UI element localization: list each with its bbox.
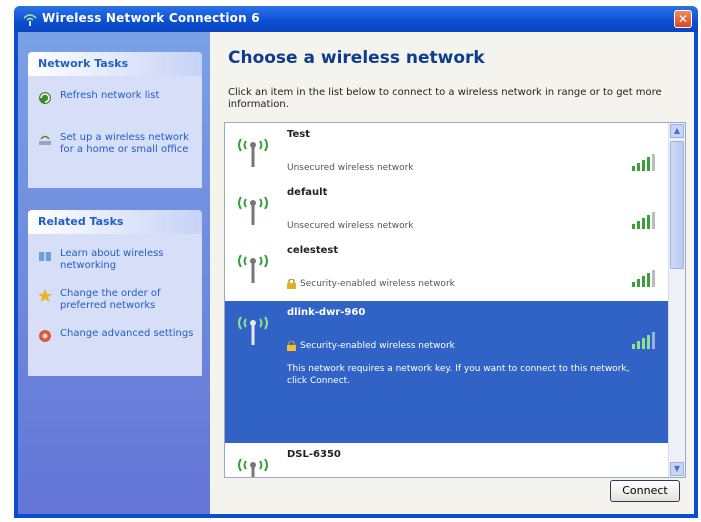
main-pane: Choose a wireless network Click an item …	[210, 32, 694, 514]
connect-button[interactable]: Connect	[610, 480, 680, 502]
wireless-antenna-icon	[238, 458, 268, 477]
star-icon	[38, 289, 52, 302]
refresh-icon	[39, 92, 51, 104]
setup-wireless-network-link[interactable]: Set up a wireless network for a home or …	[28, 126, 202, 160]
network-list-scrollbar[interactable]: ▲ ▼	[668, 123, 685, 477]
wireless-antenna-icon	[238, 316, 268, 345]
network-type-label: Unsecured wireless network	[287, 221, 414, 231]
network-name: DSL-6350	[287, 449, 341, 460]
wireless-antenna-icon	[238, 254, 268, 283]
learn-wireless-link[interactable]: Learn about wireless networking	[28, 242, 202, 276]
help-icon	[39, 252, 51, 261]
related-tasks-panel: Related Tasks Learn about wireless netwo…	[28, 210, 202, 376]
network-key-message: This network requires a network key. If …	[287, 364, 630, 386]
network-item[interactable]: celestest Security-enabled wireless netw…	[225, 239, 669, 301]
related-tasks-heading: Related Tasks	[28, 210, 202, 234]
network-type: Security-enabled wireless network	[287, 279, 455, 289]
network-item[interactable]: DSL-6350	[225, 443, 669, 477]
network-type-label: Security-enabled wireless network	[300, 341, 455, 351]
setup-wireless-network-label: Set up a wireless network for a home or …	[60, 132, 189, 155]
network-item[interactable]: default Unsecured wireless network	[225, 181, 669, 239]
network-item-selected[interactable]: dlink-dwr-960 Security-enabled wireless …	[225, 301, 669, 443]
network-type: Security-enabled wireless network	[287, 341, 455, 351]
network-type: Unsecured wireless network	[287, 221, 414, 231]
network-type: Unsecured wireless network	[287, 163, 414, 173]
signal-strength-icon	[632, 270, 655, 287]
settings-icon	[39, 330, 51, 342]
scroll-down-arrow-icon[interactable]: ▼	[670, 462, 684, 476]
task-sidebar: Network Tasks Refresh network list Set u…	[18, 32, 210, 514]
setup-network-icon	[39, 135, 51, 145]
signal-strength-icon	[632, 212, 655, 229]
close-button[interactable]: ✕	[674, 10, 692, 28]
network-name: Test	[287, 129, 311, 140]
wireless-icon	[23, 14, 37, 26]
network-name: default	[287, 187, 328, 198]
refresh-network-list-link[interactable]: Refresh network list	[28, 84, 202, 110]
signal-strength-icon	[632, 332, 655, 349]
signal-strength-icon	[632, 154, 655, 171]
change-advanced-settings-label: Change advanced settings	[60, 328, 194, 339]
wireless-antenna-icon	[238, 138, 268, 167]
title-bar[interactable]: Wireless Network Connection 6 ✕	[14, 6, 698, 32]
change-order-link[interactable]: Change the order of preferred networks	[28, 282, 202, 316]
scroll-up-arrow-icon[interactable]: ▲	[670, 124, 684, 138]
lock-icon	[287, 341, 296, 351]
client-area: Network Tasks Refresh network list Set u…	[18, 32, 694, 514]
network-name: celestest	[287, 245, 339, 256]
network-type-label: Unsecured wireless network	[287, 163, 414, 173]
change-advanced-settings-link[interactable]: Change advanced settings	[28, 322, 202, 348]
instruction-text: Click an item in the list below to conne…	[228, 87, 662, 110]
network-name: dlink-dwr-960	[287, 307, 366, 318]
scroll-thumb[interactable]	[670, 141, 684, 269]
window-title: Wireless Network Connection 6	[42, 11, 260, 25]
learn-wireless-label: Learn about wireless networking	[60, 248, 164, 271]
page-title: Choose a wireless network	[228, 48, 485, 68]
wireless-connection-window: Wireless Network Connection 6 ✕ Network …	[14, 6, 698, 518]
network-type-label: Security-enabled wireless network	[300, 279, 455, 289]
network-tasks-panel: Network Tasks Refresh network list Set u…	[28, 52, 202, 188]
change-order-label: Change the order of preferred networks	[60, 288, 161, 311]
lock-icon	[287, 279, 296, 289]
network-item[interactable]: Test Unsecured wireless network	[225, 123, 669, 181]
refresh-network-list-label: Refresh network list	[60, 90, 160, 101]
network-tasks-heading: Network Tasks	[28, 52, 202, 76]
wireless-antenna-icon	[238, 196, 268, 225]
network-list[interactable]: Test Unsecured wireless network default …	[224, 122, 686, 478]
